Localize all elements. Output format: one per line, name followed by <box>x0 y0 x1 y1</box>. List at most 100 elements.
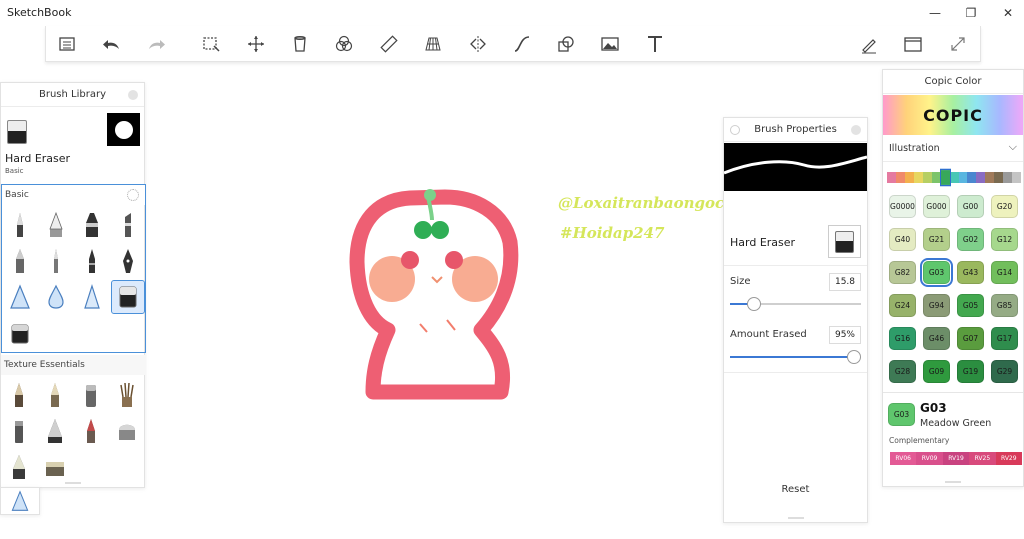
color-family-strip[interactable] <box>887 168 1022 187</box>
fine-pen-brush-icon[interactable] <box>40 245 72 277</box>
properties-resize-handle[interactable] <box>788 517 804 519</box>
color-family-tab[interactable] <box>904 172 914 183</box>
copic-swatch-g00[interactable]: G00 <box>957 195 984 218</box>
nib-pen-brush-icon[interactable] <box>112 245 144 277</box>
copic-swatch-g21[interactable]: G21 <box>923 228 950 251</box>
pastel-brush-icon[interactable] <box>3 415 35 447</box>
copic-swatch-g17[interactable]: G17 <box>991 327 1018 350</box>
minimize-button[interactable]: — <box>917 3 953 23</box>
palette-dropdown[interactable]: Illustration ⌵ <box>883 136 1023 162</box>
curve-icon[interactable] <box>509 33 535 55</box>
charcoal-brush-icon[interactable] <box>39 379 71 411</box>
perspective-icon[interactable] <box>420 33 446 55</box>
copic-swatch-g24[interactable]: G24 <box>889 294 916 317</box>
fullscreen-icon[interactable] <box>945 33 971 55</box>
blend-icon[interactable] <box>331 33 357 55</box>
graphite-brush-icon[interactable] <box>39 415 71 447</box>
soft-eraser-brush-icon[interactable] <box>4 317 36 349</box>
select-icon[interactable] <box>198 33 224 55</box>
copic-swatch-g85[interactable]: G85 <box>991 294 1018 317</box>
pen-icon[interactable] <box>856 33 882 55</box>
size-slider-handle[interactable] <box>746 297 761 311</box>
close-button[interactable]: ✕ <box>990 3 1024 23</box>
copic-swatch-g43[interactable]: G43 <box>957 261 984 284</box>
text-icon[interactable] <box>642 33 668 55</box>
active-tool-button[interactable] <box>0 487 40 515</box>
hard-eraser-brush-icon[interactable] <box>111 280 145 314</box>
image-icon[interactable] <box>597 33 623 55</box>
window-icon[interactable] <box>900 33 926 55</box>
brush-thumbnail-button[interactable] <box>828 225 861 258</box>
copic-swatch-g82[interactable]: G82 <box>889 261 916 284</box>
color-family-tab[interactable] <box>967 172 977 183</box>
pencil-brush-icon[interactable] <box>4 209 36 241</box>
color-family-tab[interactable] <box>922 172 932 183</box>
complementary-swatch-rv06[interactable]: RV06 <box>890 452 917 465</box>
copic-swatch-g09[interactable]: G09 <box>923 360 950 383</box>
reset-button[interactable]: Reset <box>724 484 867 495</box>
copic-swatch-g19[interactable]: G19 <box>957 360 984 383</box>
copic-swatch-g28[interactable]: G28 <box>889 360 916 383</box>
chalk-brush-icon[interactable] <box>75 379 107 411</box>
bristle-brush-icon[interactable] <box>111 379 143 411</box>
amount-erased-slider[interactable] <box>730 350 862 364</box>
felt-tip-brush-icon[interactable] <box>76 245 108 277</box>
size-slider[interactable] <box>730 297 861 311</box>
list-icon[interactable] <box>54 33 80 55</box>
bucket-icon[interactable] <box>287 33 313 55</box>
sponge-brush-icon[interactable] <box>111 415 143 447</box>
copic-swatch-g46[interactable]: G46 <box>923 327 950 350</box>
panel-pin-icon[interactable] <box>128 90 138 100</box>
texture-pencil-brush-icon[interactable] <box>3 379 35 411</box>
copic-swatch-g12[interactable]: G12 <box>991 228 1018 251</box>
undo-icon[interactable] <box>99 33 125 55</box>
copic-swatch-g03[interactable]: G03 <box>920 258 953 287</box>
canvas-area[interactable] <box>145 62 723 539</box>
ruler-icon[interactable] <box>376 33 402 55</box>
airbrush-icon[interactable] <box>4 281 36 313</box>
panel-pin-icon[interactable] <box>851 125 861 135</box>
hard-airbrush-icon[interactable] <box>76 281 108 313</box>
amount-erased-value-input[interactable]: 95% <box>829 326 861 344</box>
marker-brush-icon[interactable] <box>76 209 108 241</box>
copic-swatch-g02[interactable]: G02 <box>957 228 984 251</box>
ink-pen-brush-icon[interactable] <box>40 209 72 241</box>
restore-button[interactable]: ❐ <box>953 3 989 23</box>
library-resize-handle[interactable] <box>65 482 81 484</box>
color-family-tab[interactable] <box>985 172 995 183</box>
copic-swatch-g94[interactable]: G94 <box>923 294 950 317</box>
complementary-swatch-rv25[interactable]: RV25 <box>969 452 996 465</box>
shape-icon[interactable] <box>553 33 579 55</box>
copic-swatch-g14[interactable]: G14 <box>991 261 1018 284</box>
symmetry-icon[interactable] <box>465 33 491 55</box>
chisel-marker-brush-icon[interactable] <box>112 209 144 241</box>
color-family-tab[interactable] <box>958 172 968 183</box>
soft-brush-icon[interactable] <box>40 281 72 313</box>
copic-swatch-g40[interactable]: G40 <box>889 228 916 251</box>
color-family-tab[interactable] <box>976 172 986 183</box>
color-family-tab[interactable] <box>931 172 941 183</box>
amount-slider-handle[interactable] <box>847 350 862 364</box>
color-family-tab[interactable] <box>949 172 959 183</box>
color-family-tab[interactable] <box>939 168 951 187</box>
roller-brush-icon[interactable] <box>39 451 71 483</box>
color-family-tab[interactable] <box>913 172 923 183</box>
panel-ring-icon[interactable] <box>730 125 740 135</box>
color-family-tab[interactable] <box>1003 172 1013 183</box>
copic-swatch-g07[interactable]: G07 <box>957 327 984 350</box>
copic-swatch-g29[interactable]: G29 <box>991 360 1018 383</box>
complementary-swatch-rv29[interactable]: RV29 <box>995 452 1022 465</box>
copic-swatch-g20[interactable]: G20 <box>991 195 1018 218</box>
color-family-tab[interactable] <box>994 172 1004 183</box>
copic-swatch-g000[interactable]: G000 <box>923 195 950 218</box>
copic-swatch-g0000[interactable]: G0000 <box>889 195 916 218</box>
complementary-swatch-rv19[interactable]: RV19 <box>942 452 970 465</box>
transform-icon[interactable] <box>243 33 269 55</box>
color-family-tab[interactable] <box>1012 172 1022 183</box>
color-family-tab[interactable] <box>895 172 905 183</box>
size-value-input[interactable]: 15.8 <box>829 273 861 291</box>
ballpoint-brush-icon[interactable] <box>4 245 36 277</box>
copic-swatch-g05[interactable]: G05 <box>957 294 984 317</box>
crayon-brush-icon[interactable] <box>75 415 107 447</box>
copic-swatch-g16[interactable]: G16 <box>889 327 916 350</box>
